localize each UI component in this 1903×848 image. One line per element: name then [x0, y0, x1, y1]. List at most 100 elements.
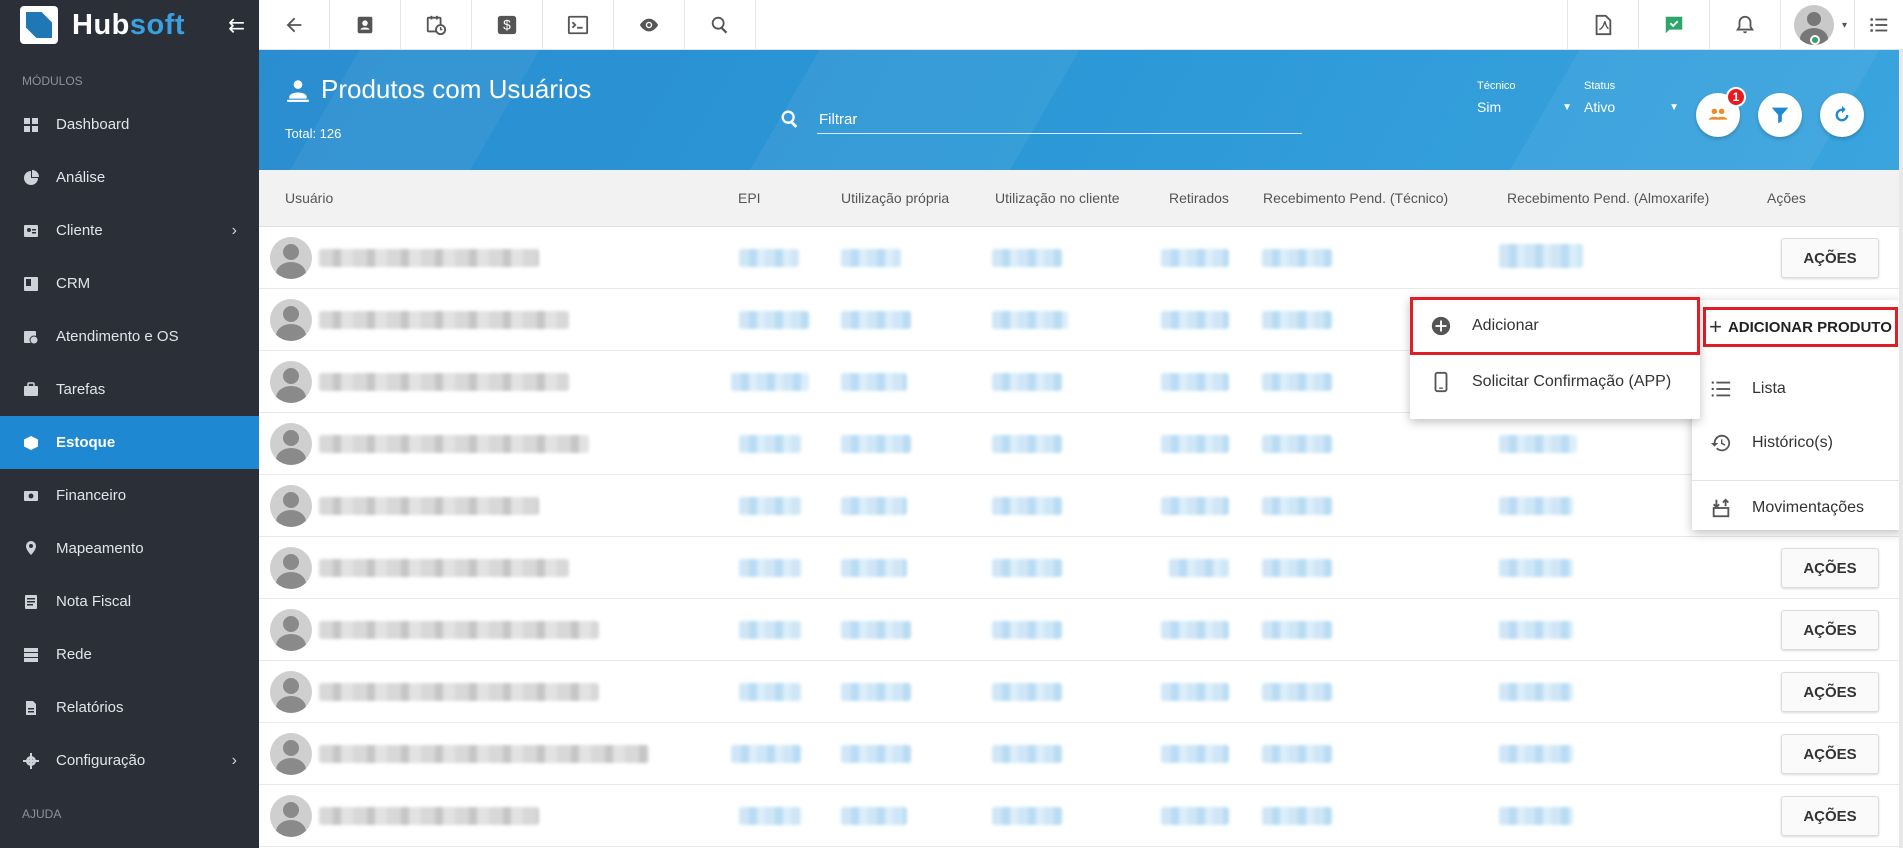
back-button[interactable]: [259, 0, 330, 50]
notifications-button[interactable]: [1709, 0, 1780, 50]
value-blurred: [1161, 311, 1229, 329]
sidebar-item-mapeamento[interactable]: Mapeamento: [0, 522, 259, 575]
topbar-right: ▾: [1567, 0, 1903, 50]
user-name-blurred: [319, 435, 589, 453]
sidebar-item-relatorios[interactable]: Relatórios: [0, 681, 259, 734]
messages-button[interactable]: [1638, 0, 1709, 50]
user-name-blurred: [319, 621, 599, 639]
table-row: [259, 475, 1899, 537]
contacts-button[interactable]: [330, 0, 401, 50]
refresh-button[interactable]: [1820, 93, 1864, 137]
menu-item-movimentacoes[interactable]: Movimentações: [1692, 481, 1903, 535]
menu-item-historico[interactable]: Histórico(s): [1692, 416, 1903, 470]
value-blurred: [992, 497, 1062, 515]
value-blurred: [841, 745, 911, 763]
actions-button[interactable]: AÇÕES: [1781, 734, 1879, 774]
value-blurred: [1499, 435, 1577, 453]
value-blurred: [739, 249, 799, 267]
menu-item-solicitar-confirmacao[interactable]: Solicitar Confirmação (APP): [1410, 355, 1700, 409]
sidebar-item-estoque[interactable]: Estoque: [0, 416, 259, 469]
value-blurred: [739, 559, 801, 577]
actions-button[interactable]: AÇÕES: [1781, 796, 1879, 836]
value-blurred: [841, 621, 911, 639]
sidebar-item-cliente[interactable]: Cliente ›: [0, 204, 259, 257]
crm-icon: [22, 275, 40, 293]
tecnico-select[interactable]: Técnico Sim ▼: [1477, 80, 1572, 115]
avatar: [270, 361, 312, 403]
actions-button[interactable]: AÇÕES: [1781, 548, 1879, 588]
plus-circle-icon: [1431, 316, 1451, 336]
value-blurred: [841, 249, 901, 267]
value-blurred: [739, 497, 801, 515]
column-acoes: Ações: [1767, 190, 1806, 206]
view-button[interactable]: [614, 0, 685, 50]
value-blurred: [992, 621, 1062, 639]
chevron-right-icon: ›: [231, 221, 237, 239]
briefcase-icon: [22, 381, 40, 399]
value-blurred: [1499, 559, 1573, 577]
search-icon: [711, 16, 728, 34]
sidebar: Hubsoft ⇇ MÓDULOS Dashboard Análise Clie…: [0, 0, 259, 848]
sidebar-item-configuracao[interactable]: Configuração ›: [0, 734, 259, 787]
value-blurred: [1262, 497, 1332, 515]
section-modules: MÓDULOS: [22, 74, 83, 88]
sidebar-item-nota-fiscal[interactable]: Nota Fiscal: [0, 575, 259, 628]
sidebar-item-financeiro[interactable]: Financeiro: [0, 469, 259, 522]
value-blurred: [841, 559, 907, 577]
column-receb-tecnico[interactable]: Recebimento Pend. (Técnico): [1263, 190, 1448, 206]
pdf-button[interactable]: [1567, 0, 1638, 50]
value-blurred: [992, 311, 1068, 329]
total-count: Total: 126: [285, 126, 342, 141]
avatar: [270, 237, 312, 279]
map-pin-icon: [22, 540, 40, 558]
filter-input[interactable]: [817, 106, 1302, 132]
user-name-blurred: [319, 559, 569, 577]
hubsoft-logo-icon[interactable]: [20, 6, 58, 44]
column-retirados[interactable]: Retirados: [1169, 190, 1229, 206]
scrollbar[interactable]: [1899, 50, 1903, 848]
column-receb-almoxarife[interactable]: Recebimento Pend. (Almoxarife): [1507, 190, 1709, 206]
calendar-clock-icon: [426, 15, 447, 36]
tecnico-value: Sim: [1477, 99, 1502, 115]
sidebar-item-tarefas[interactable]: Tarefas: [0, 363, 259, 416]
menu-list-button[interactable]: [1854, 0, 1903, 50]
search-button[interactable]: [685, 0, 756, 50]
column-usuario[interactable]: Usuário: [285, 190, 333, 206]
actions-button[interactable]: AÇÕES: [1781, 672, 1879, 712]
add-produto-button[interactable]: + ADICIONAR PRODUTO: [1703, 307, 1898, 347]
calendar-button[interactable]: [401, 0, 472, 50]
status-select[interactable]: Status Ativo ▼: [1584, 80, 1679, 115]
column-utilizacao-cliente[interactable]: Utilização no cliente: [995, 190, 1120, 206]
pending-users-button[interactable]: 1: [1696, 87, 1746, 137]
sidebar-item-label: Financeiro: [56, 487, 127, 504]
sidebar-item-atendimento[interactable]: Atendimento e OS: [0, 310, 259, 363]
sidebar-item-crm[interactable]: CRM: [0, 257, 259, 310]
value-blurred: [992, 559, 1062, 577]
list-icon: [1870, 18, 1888, 32]
value-blurred: [841, 807, 907, 825]
finance-button[interactable]: $: [472, 0, 543, 50]
caret-down-icon: ▼: [1562, 102, 1572, 113]
actions-button[interactable]: AÇÕES: [1781, 610, 1879, 650]
actions-button[interactable]: AÇÕES: [1781, 238, 1879, 278]
value-blurred: [1161, 249, 1229, 267]
terminal-button[interactable]: [543, 0, 614, 50]
column-utilizacao-propria[interactable]: Utilização própria: [841, 190, 949, 206]
value-blurred: [992, 683, 1062, 701]
sidebar-item-dashboard[interactable]: Dashboard: [0, 98, 259, 151]
sidebar-item-rede[interactable]: Rede: [0, 628, 259, 681]
user-menu-button[interactable]: ▾: [1780, 0, 1854, 50]
avatar: [270, 547, 312, 589]
filter-button[interactable]: [1758, 93, 1802, 137]
notification-badge: 1: [1726, 87, 1746, 107]
tecnico-label: Técnico: [1477, 80, 1516, 92]
menu-item-adicionar[interactable]: Adicionar: [1410, 297, 1700, 355]
users-sync-icon: [1708, 108, 1728, 120]
value-blurred: [739, 435, 801, 453]
collapse-sidebar-icon[interactable]: ⇇: [228, 13, 245, 38]
column-epi[interactable]: EPI: [738, 190, 761, 206]
user-name-blurred: [319, 745, 649, 763]
menu-item-lista[interactable]: Lista: [1692, 362, 1903, 416]
dollar-icon: $: [497, 15, 517, 35]
sidebar-item-analise[interactable]: Análise: [0, 151, 259, 204]
